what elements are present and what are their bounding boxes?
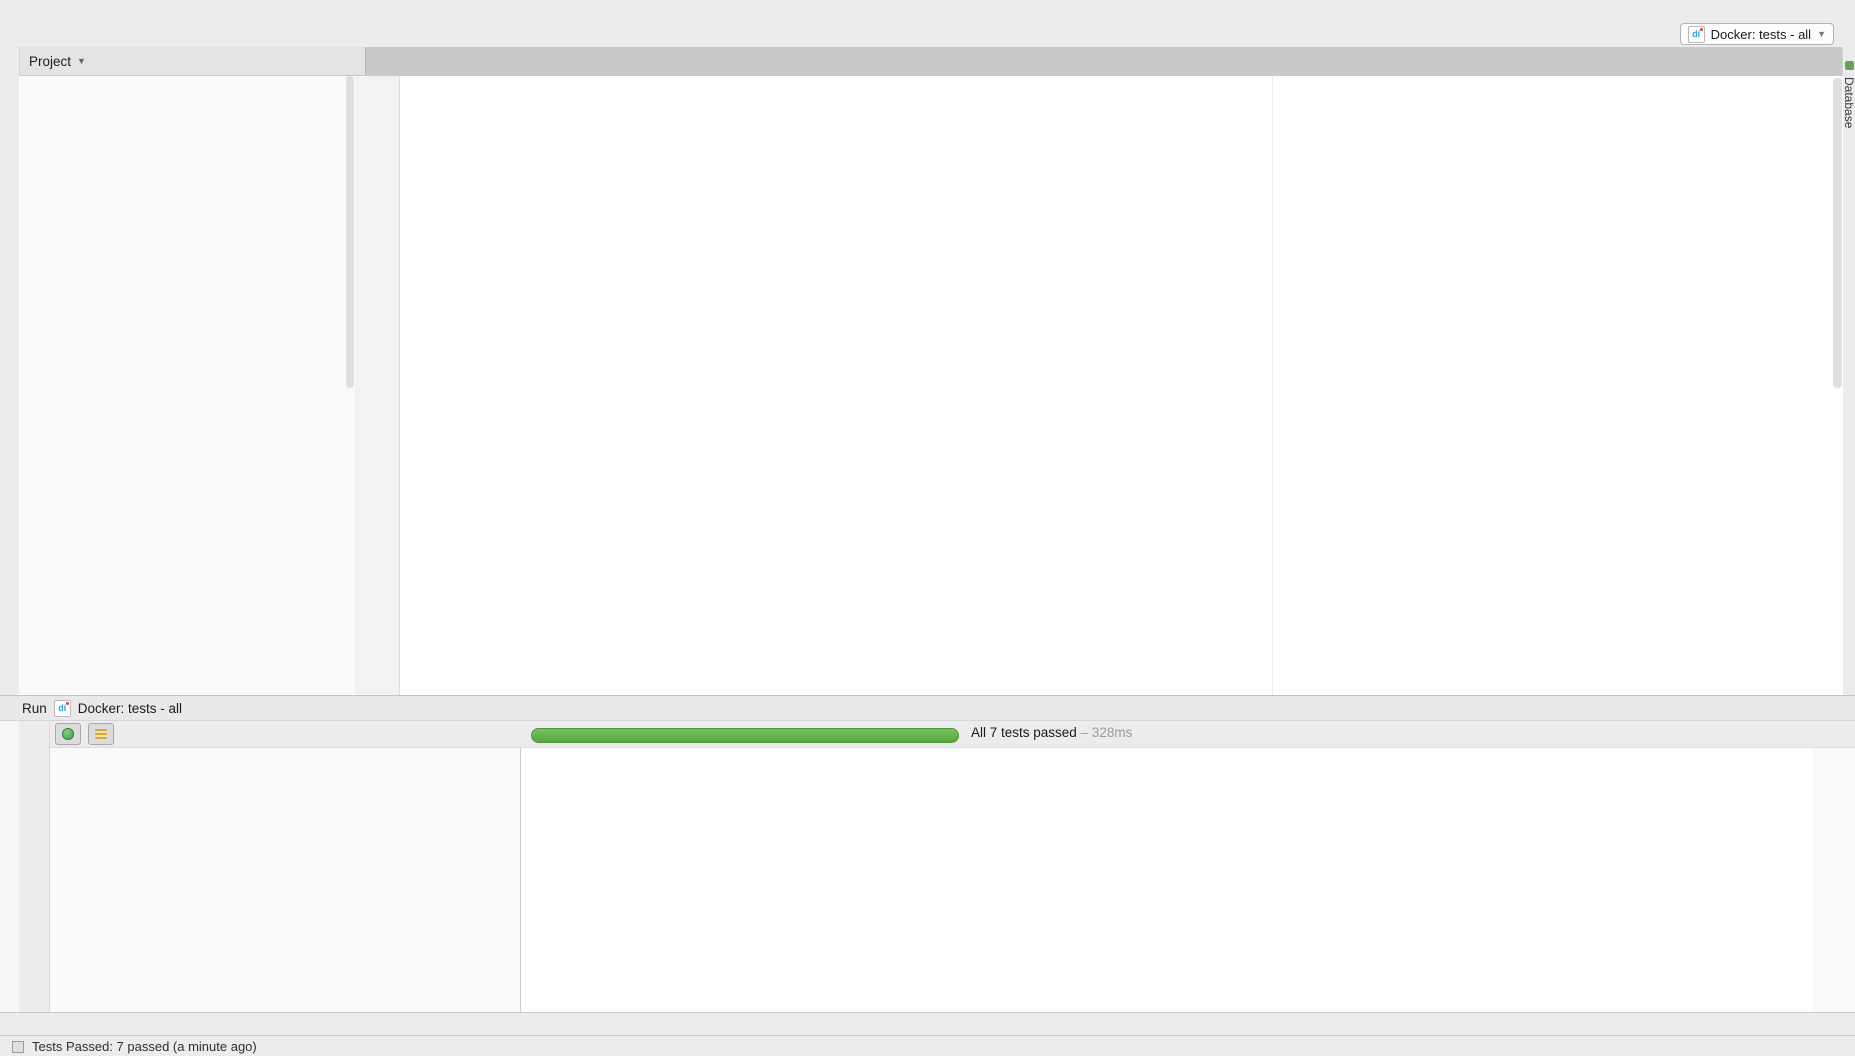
navigation-bar: di Docker: tests - all ▼ <box>0 21 1855 48</box>
tests-passed-label: All 7 tests passed <box>971 725 1077 740</box>
inspections-ok-icon[interactable] <box>1845 61 1854 70</box>
show-passed-toggle[interactable] <box>55 723 81 745</box>
project-tree <box>19 76 356 695</box>
status-icon[interactable] <box>12 1041 24 1053</box>
run-console-output[interactable] <box>521 748 1812 1013</box>
tool-stripe-database[interactable]: Database <box>1842 77 1855 128</box>
project-tree-scrollbar[interactable] <box>346 76 354 388</box>
editor-scrollbar[interactable] <box>1833 78 1842 388</box>
chevron-down-icon: ▼ <box>1817 29 1826 39</box>
docker-icon: di <box>1688 26 1705 43</box>
run-controls-toolbar <box>19 721 50 1013</box>
tool-window-bar <box>0 1012 1855 1036</box>
menu-bar <box>0 0 1855 21</box>
project-panel-header: Project ▼ <box>19 47 366 75</box>
project-panel-title: Project <box>29 54 71 69</box>
console-toolbar <box>1812 748 1855 1013</box>
docker-icon: di <box>54 700 71 717</box>
pycharm-window: di Docker: tests - all ▼ Project ▼ Datab… <box>0 0 1855 1056</box>
test-filter-toolbar: All 7 tests passed – 328ms <box>50 721 1855 748</box>
run-panel-title: Run <box>22 701 47 716</box>
run-tool-window: Run di Docker: tests - all All 7 tests p… <box>0 695 1855 1013</box>
run-panel-config: Docker: tests - all <box>78 701 182 716</box>
code-editor[interactable] <box>355 76 1843 695</box>
show-ignored-toggle[interactable] <box>88 723 114 745</box>
status-message[interactable]: Tests Passed: 7 passed (a minute ago) <box>32 1039 257 1054</box>
main-toolbar: di Docker: tests - all ▼ <box>1680 23 1855 45</box>
run-configuration-label: Docker: tests - all <box>1711 27 1811 42</box>
header-band: Project ▼ <box>0 47 1843 77</box>
status-bar: Tests Passed: 7 passed (a minute ago) <box>0 1035 1855 1056</box>
test-results-tree <box>50 748 521 1013</box>
run-configuration-select[interactable]: di Docker: tests - all ▼ <box>1680 23 1834 45</box>
editor-gutter <box>355 76 400 695</box>
test-progress-text: All 7 tests passed – 328ms <box>971 725 1132 740</box>
test-passed-icon <box>62 728 74 740</box>
right-margin-guide <box>1272 76 1273 695</box>
test-progress-bar <box>531 728 959 743</box>
tests-duration-label: – 328ms <box>1081 725 1133 740</box>
chevron-down-icon[interactable]: ▼ <box>77 56 86 66</box>
run-tool-window-header: Run di Docker: tests - all <box>0 696 1855 721</box>
ignored-tests-icon <box>95 729 107 739</box>
